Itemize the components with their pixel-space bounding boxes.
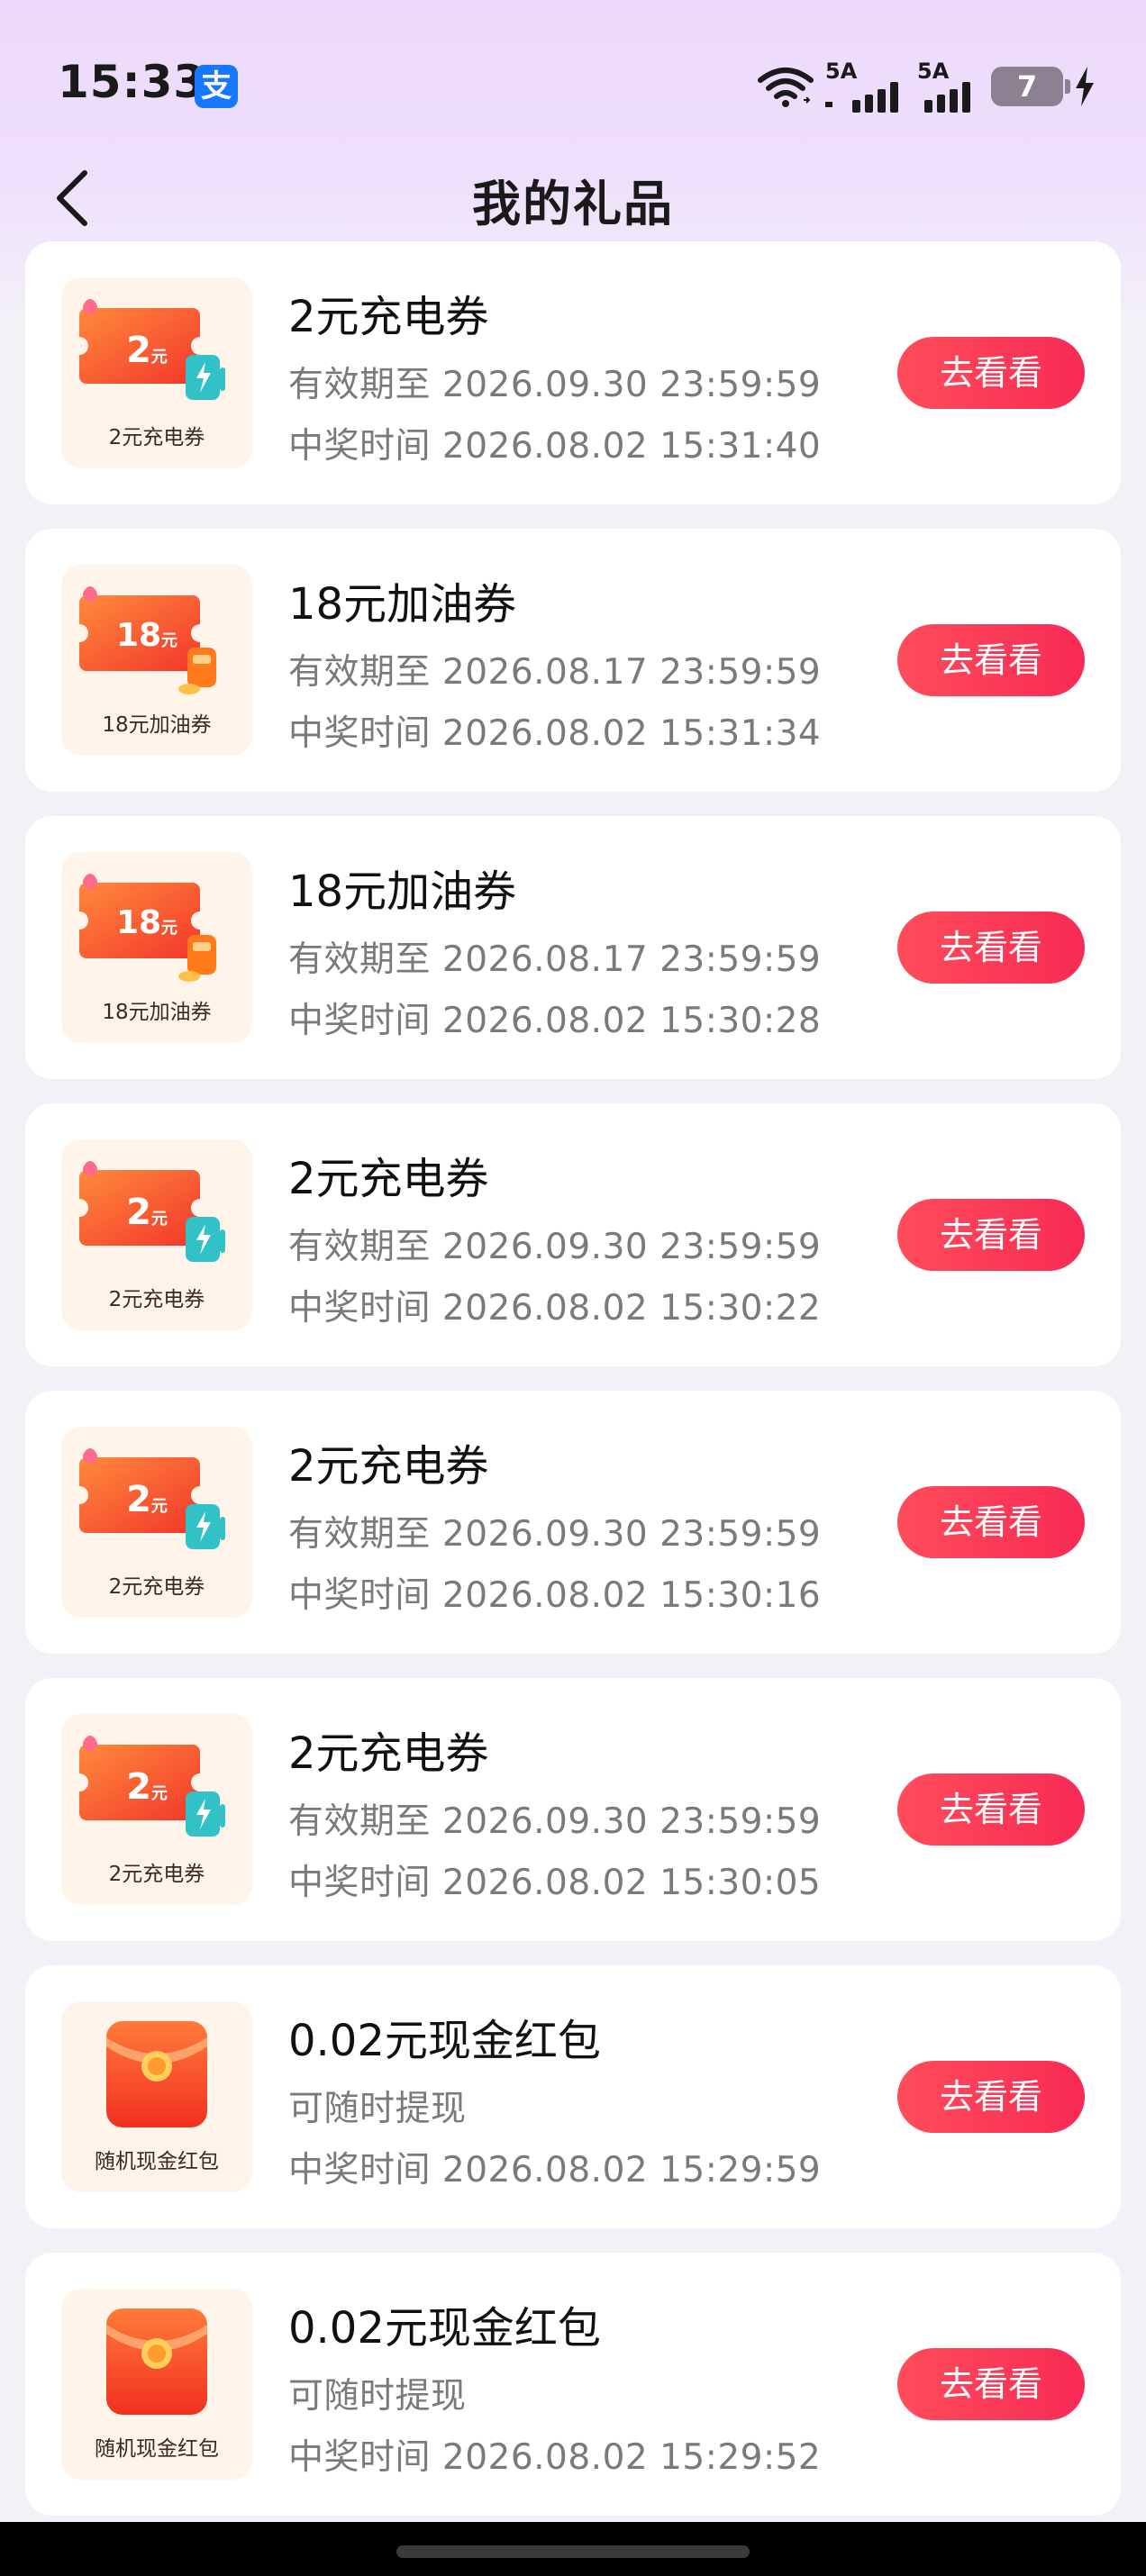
gift-title: 0.02元现金红包	[288, 2303, 601, 2354]
page-header: 我的礼品	[0, 153, 1146, 243]
gift-title: 18元加油券	[288, 866, 517, 917]
network-type-2: 5A	[917, 59, 950, 84]
gift-title: 2元充电券	[288, 1154, 489, 1204]
coupon-amount: 18元	[115, 617, 178, 654]
cell-signal-1: 5A	[825, 60, 906, 113]
expiry-date: 有效期至 2026.08.17 23:59:59	[288, 652, 822, 693]
gift-card: 18元 18元加油券 18元加油券 有效期至 2026.08.17 23:59:59 中…	[25, 529, 1121, 792]
screen: 15:33 支 5A 5A 7 我的礼品 2元 2元充电券 2元充电券 有效期至…	[0, 0, 1146, 2576]
coupon-amount: 2元	[126, 330, 168, 371]
gift-thumbnail: 2元 2元充电券	[61, 1714, 252, 1905]
gift-thumbnail: 随机现金红包	[61, 2289, 252, 2480]
gift-title: 2元充电券	[288, 1441, 489, 1492]
win-time: 中奖时间 2026.08.02 15:31:34	[288, 713, 822, 754]
gift-title: 2元充电券	[288, 292, 489, 342]
coupon-amount: 18元	[115, 904, 178, 941]
home-indicator[interactable]	[396, 2545, 750, 2558]
thumbnail-caption: 2元充电券	[108, 1575, 205, 1599]
alipay-notification-icon: 支	[195, 65, 238, 108]
gift-thumbnail: 2元 2元充电券	[61, 277, 252, 468]
status-time: 15:33	[58, 56, 206, 108]
gift-card: 2元 2元充电券 2元充电券 有效期至 2026.09.30 23:59:59 中奖时间…	[25, 1678, 1121, 1941]
gift-card: 随机现金红包 0.02元现金红包可随时提现中奖时间 2026.08.02 15:2…	[25, 1965, 1121, 2228]
view-gift-button[interactable]: 去看看	[897, 1773, 1085, 1846]
thumbnail-caption: 18元加油券	[102, 1001, 212, 1024]
withdraw-note: 可随时提现	[288, 2376, 467, 2417]
view-gift-button[interactable]: 去看看	[897, 912, 1085, 984]
charging-bolt-icon	[1076, 67, 1094, 106]
withdraw-note: 可随时提现	[288, 2089, 467, 2129]
expiry-date: 有效期至 2026.09.30 23:59:59	[288, 365, 822, 405]
signal-bars-icon	[924, 82, 970, 113]
expiry-date: 有效期至 2026.09.30 23:59:59	[288, 1227, 822, 1267]
gift-thumbnail: 18元 18元加油券	[61, 852, 252, 1043]
view-gift-button[interactable]: 去看看	[897, 624, 1085, 696]
view-gift-button[interactable]: 去看看	[897, 1199, 1085, 1271]
thumbnail-caption: 18元加油券	[102, 713, 212, 737]
win-time: 中奖时间 2026.08.02 15:30:28	[288, 1001, 822, 1041]
gift-card: 随机现金红包 0.02元现金红包可随时提现中奖时间 2026.08.02 15:2…	[25, 2253, 1121, 2516]
gift-title: 18元加油券	[288, 579, 517, 630]
win-time: 中奖时间 2026.08.02 15:30:22	[288, 1288, 822, 1329]
thumbnail-caption: 2元充电券	[108, 1288, 205, 1311]
gift-card: 18元 18元加油券 18元加油券 有效期至 2026.08.17 23:59:59 中…	[25, 816, 1121, 1079]
expiry-date: 有效期至 2026.09.30 23:59:59	[288, 1801, 822, 1842]
gift-card: 2元 2元充电券 2元充电券 有效期至 2026.09.30 23:59:59 中奖时间…	[25, 1391, 1121, 1654]
win-time: 中奖时间 2026.08.02 15:29:52	[288, 2437, 822, 2478]
gift-card: 2元 2元充电券 2元充电券 有效期至 2026.09.30 23:59:59 中奖时间…	[25, 1103, 1121, 1366]
expiry-date: 有效期至 2026.08.17 23:59:59	[288, 939, 822, 980]
cell-signal-2: 5A	[917, 60, 980, 113]
signal-bars-icon	[825, 82, 898, 113]
gift-title: 0.02元现金红包	[288, 2016, 601, 2066]
expiry-date: 有效期至 2026.09.30 23:59:59	[288, 1514, 822, 1555]
gift-thumbnail: 随机现金红包	[61, 2001, 252, 2192]
thumbnail-caption: 随机现金红包	[95, 2437, 219, 2461]
network-type-1: 5A	[825, 59, 858, 84]
view-gift-button[interactable]: 去看看	[897, 1486, 1085, 1558]
thumbnail-caption: 2元充电券	[108, 426, 205, 449]
thumbnail-caption: 随机现金红包	[95, 2150, 219, 2173]
thumbnail-caption: 2元充电券	[108, 1863, 205, 1886]
win-time: 中奖时间 2026.08.02 15:29:59	[288, 2150, 822, 2191]
gift-thumbnail: 2元 2元充电券	[61, 1139, 252, 1330]
view-gift-button[interactable]: 去看看	[897, 2061, 1085, 2133]
gift-title: 2元充电券	[288, 1728, 489, 1779]
gift-list: 2元 2元充电券 2元充电券 有效期至 2026.09.30 23:59:59 中奖时间…	[25, 241, 1121, 2540]
coupon-amount: 2元	[126, 1479, 168, 1520]
coupon-amount: 2元	[126, 1766, 168, 1808]
red-packet-image	[106, 2308, 207, 2415]
wifi-icon	[758, 68, 814, 107]
gift-thumbnail: 18元 18元加油券	[61, 565, 252, 756]
page-title: 我的礼品	[472, 176, 674, 232]
coupon-amount: 2元	[126, 1192, 168, 1233]
gift-card: 2元 2元充电券 2元充电券 有效期至 2026.09.30 23:59:59 中奖时间…	[25, 241, 1121, 504]
status-bar: 15:33 支 5A 5A 7	[0, 0, 1146, 171]
view-gift-button[interactable]: 去看看	[897, 337, 1085, 409]
win-time: 中奖时间 2026.08.02 15:30:05	[288, 1863, 822, 1903]
view-gift-button[interactable]: 去看看	[897, 2348, 1085, 2420]
gift-thumbnail: 2元 2元充电券	[61, 1427, 252, 1618]
red-packet-image	[106, 2021, 207, 2127]
status-indicators: 5A 5A 7	[757, 60, 1096, 113]
battery-icon: 7	[991, 67, 1070, 106]
win-time: 中奖时间 2026.08.02 15:30:16	[288, 1575, 822, 1616]
win-time: 中奖时间 2026.08.02 15:31:40	[288, 426, 822, 467]
